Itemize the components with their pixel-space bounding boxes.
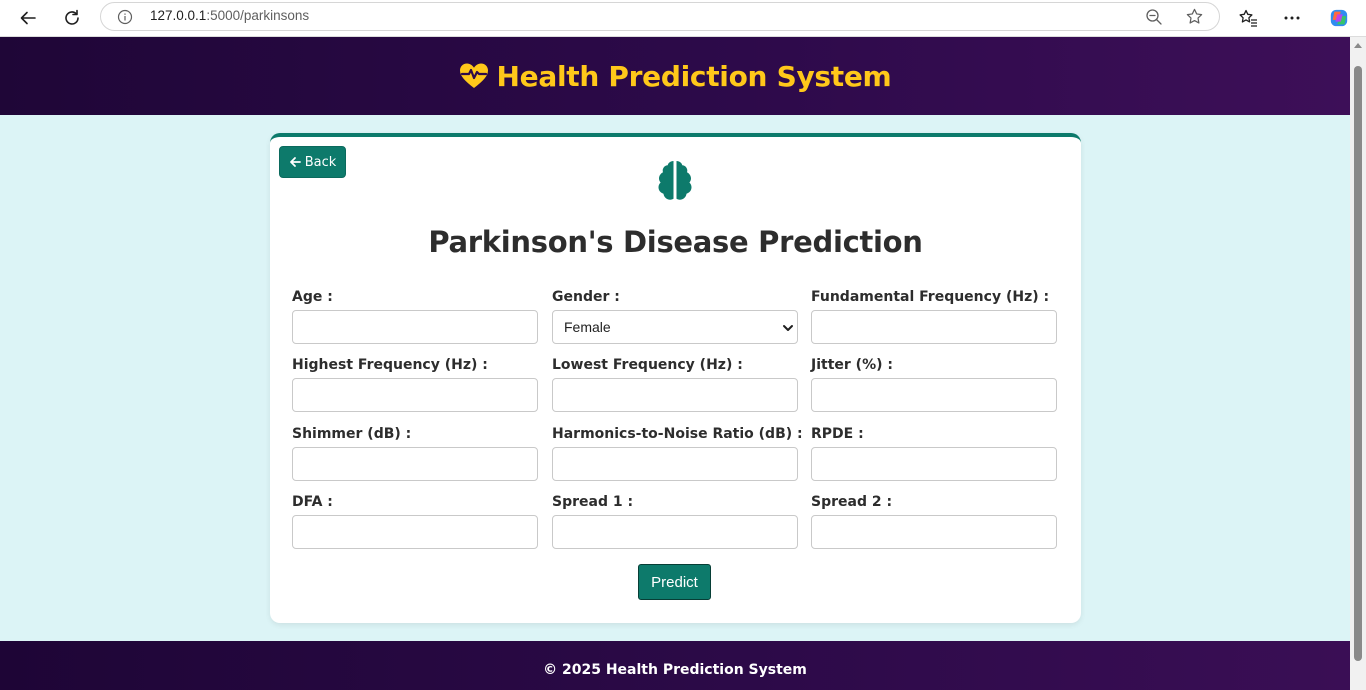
jitter-field-group: Jitter (%) :	[811, 357, 1057, 412]
hnr-input[interactable]	[552, 447, 798, 481]
browser-back-button[interactable]	[14, 4, 42, 32]
zoom-out-icon[interactable]	[1145, 8, 1163, 26]
url-path: :5000/parkinsons	[206, 8, 310, 23]
url-host: 127.0.0.1	[150, 8, 207, 23]
jitter-input[interactable]	[811, 378, 1057, 412]
back-button[interactable]: Back	[279, 146, 346, 178]
heartbeat-icon	[459, 63, 488, 88]
site-title: Health Prediction System	[459, 60, 892, 93]
address-bar[interactable]: 127.0.0.1:5000/parkinsons	[100, 2, 1220, 31]
page-scrollbar[interactable]	[1350, 37, 1366, 690]
lowest-frequency-input[interactable]	[552, 378, 798, 412]
site-header: Health Prediction System	[0, 37, 1350, 115]
shimmer-label: Shimmer (dB) :	[292, 426, 412, 442]
arrow-left-icon	[289, 157, 301, 167]
rpde-label: RPDE :	[811, 426, 864, 442]
spread1-field-group: Spread 1 :	[552, 494, 798, 549]
rpde-field-group: RPDE :	[811, 426, 1057, 481]
info-icon[interactable]	[117, 9, 133, 25]
shimmer-field-group: Shimmer (dB) :	[292, 426, 538, 481]
spread1-label: Spread 1 :	[552, 494, 634, 510]
scroll-up-arrow-icon[interactable]	[1354, 43, 1362, 48]
site-footer: © 2025 Health Prediction System	[0, 641, 1350, 690]
site-title-text: Health Prediction System	[496, 59, 892, 93]
dfa-input[interactable]	[292, 515, 538, 549]
age-label: Age :	[292, 289, 333, 305]
url-text[interactable]: 127.0.0.1:5000/parkinsons	[150, 8, 309, 23]
copilot-icon	[1330, 9, 1348, 27]
arrow-left-icon	[20, 11, 36, 25]
fundamental-frequency-input[interactable]	[811, 310, 1057, 344]
reload-icon	[65, 9, 79, 25]
favorite-star-icon[interactable]	[1185, 7, 1204, 26]
predict-button[interactable]: Predict	[638, 564, 711, 600]
highest-frequency-field-group: Highest Frequency (Hz) :	[292, 357, 538, 412]
spread2-field-group: Spread 2 :	[811, 494, 1057, 549]
fundamental-frequency-field-group: Fundamental Frequency (Hz) :	[811, 289, 1057, 344]
favorites-button[interactable]	[1235, 5, 1261, 31]
scrollbar-thumb[interactable]	[1354, 66, 1362, 661]
spread2-label: Spread 2 :	[811, 494, 893, 510]
age-field-group: Age :	[292, 289, 538, 344]
brain-icon	[658, 161, 692, 200]
copilot-button[interactable]	[1326, 5, 1352, 31]
lowest-frequency-field-group: Lowest Frequency (Hz) :	[552, 357, 798, 412]
back-button-label: Back	[304, 154, 337, 170]
gender-field-group: Gender : Female	[552, 289, 798, 344]
dfa-label: DFA :	[292, 494, 333, 510]
highest-frequency-label: Highest Frequency (Hz) :	[292, 357, 488, 373]
more-menu-button[interactable]	[1279, 5, 1305, 31]
lowest-frequency-label: Lowest Frequency (Hz) :	[552, 357, 743, 373]
rpde-input[interactable]	[811, 447, 1057, 481]
footer-copyright: © 2025 Health Prediction System	[543, 661, 807, 678]
jitter-label: Jitter (%) :	[811, 357, 893, 373]
gender-select[interactable]: Female	[552, 310, 798, 344]
hnr-label: Harmonics-to-Noise Ratio (dB) :	[552, 426, 803, 442]
page-title: Parkinson's Disease Prediction	[428, 225, 923, 259]
prediction-card: Back Parkinson's Disease Prediction Age …	[270, 133, 1081, 623]
dfa-field-group: DFA :	[292, 494, 538, 549]
spread1-input[interactable]	[552, 515, 798, 549]
highest-frequency-input[interactable]	[292, 378, 538, 412]
hnr-field-group: Harmonics-to-Noise Ratio (dB) :	[552, 426, 803, 481]
more-dots-icon	[1284, 16, 1300, 20]
gender-label: Gender :	[552, 289, 620, 305]
spread2-input[interactable]	[811, 515, 1057, 549]
fundamental-frequency-label: Fundamental Frequency (Hz) :	[811, 289, 1050, 305]
browser-reload-button[interactable]	[58, 4, 86, 32]
shimmer-input[interactable]	[292, 447, 538, 481]
age-input[interactable]	[292, 310, 538, 344]
gender-select-wrapper: Female	[552, 310, 798, 344]
favorites-list-icon	[1239, 9, 1257, 27]
browser-toolbar: 127.0.0.1:5000/parkinsons	[0, 0, 1366, 37]
